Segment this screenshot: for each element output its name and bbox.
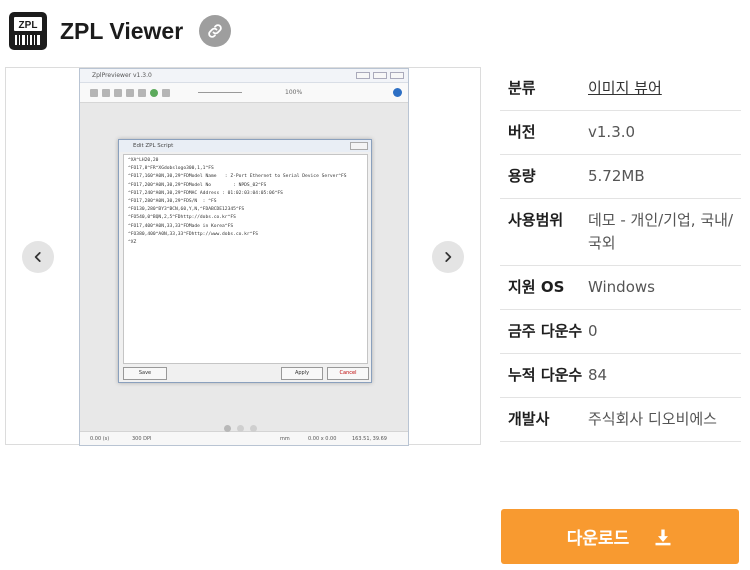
app-screenshot: ZplPreviewer v1.3.0 100% Edit ZPL Script…: [79, 68, 409, 446]
info-icon: [393, 88, 402, 97]
app-title: ZPL Viewer: [60, 17, 184, 44]
dialog-cancel-button: Cancel: [327, 367, 369, 380]
script-line: ^FO17,400^A0N,33,33^FDMade in Korea^FS: [128, 223, 234, 229]
app-header: ZPL ZPL Viewer: [8, 10, 232, 52]
category-link[interactable]: 이미지 뷰어: [588, 77, 741, 100]
info-label: 분류: [508, 79, 536, 97]
zpl-script-text: ^XA^LH20,20 ^FO17,8^FR^XGdobslogo300,1,1^…: [123, 154, 368, 364]
info-row: 용량 5.72MB: [500, 155, 741, 199]
status-size: 0.00 x 0.00: [308, 436, 337, 442]
chevron-left-icon: [34, 252, 41, 262]
app-info-table: 분류 이미지 뷰어버전 v1.3.0 용량 5.72MB 사용범위 데모 - 개인/기업, …: [500, 67, 741, 497]
gallery-prev-button[interactable]: [22, 241, 54, 273]
dialog-save-button: Save: [123, 367, 167, 380]
info-value: 0: [588, 322, 598, 340]
download-icon: [655, 529, 671, 545]
edit-zpl-dialog: Edit ZPL Script ^XA^LH20,20 ^FO17,8^FR^XG…: [118, 139, 372, 383]
dialog-close-icon: [350, 142, 368, 150]
info-value: Windows: [588, 278, 655, 296]
script-line: ^FO17,8^FR^XGdobslogo300,1,1^FS: [128, 166, 214, 172]
info-label: 버전: [508, 123, 536, 141]
copy-link-button[interactable]: [199, 15, 232, 47]
chevron-right-icon: [445, 252, 452, 262]
status-dpi: 300 DPI: [132, 436, 152, 442]
script-line: ^FO17,280^A0N,30,29^FDS/N : ^FS: [128, 199, 217, 205]
script-line: ^XA^LH20,20: [128, 158, 159, 163]
logo-text: ZPL: [19, 20, 38, 31]
info-row: 분류 이미지 뷰어: [500, 67, 741, 111]
script-line: ^FO380,400^A0N,33,33^FDhttp://www.dobs.c…: [128, 231, 258, 237]
info-row: 개발사 주식회사 디오비에스: [500, 398, 741, 442]
window-title-text: ZplPreviewer v1.3.0: [92, 72, 152, 79]
script-line: ^FO17,160^A0N,30,29^FDModel Name : Z-Por…: [128, 174, 347, 180]
gallery-dots: [224, 425, 257, 432]
info-label: 사용범위: [508, 211, 564, 229]
dialog-apply-button: Apply: [281, 367, 323, 380]
zoom-slider: [198, 92, 242, 93]
info-value: 84: [588, 366, 608, 384]
gallery-dot[interactable]: [237, 425, 244, 432]
gallery-dot[interactable]: [224, 425, 231, 432]
info-label: 금주 다운수: [508, 322, 583, 340]
download-button[interactable]: 다운로드: [501, 509, 739, 564]
script-line: ^FO130,280^BY3^BCN,60,Y,N,^FDABCDE12345^…: [128, 207, 245, 213]
info-value: 5.72MB: [588, 167, 645, 185]
info-label: 지원 OS: [508, 278, 565, 296]
screenshot-window-title: ZplPreviewer v1.3.0: [80, 69, 408, 83]
window-controls: [356, 72, 404, 79]
zpl-file-icon: ZPL: [9, 12, 47, 50]
zoom-level: 100%: [285, 89, 303, 96]
screenshot-gallery: ZplPreviewer v1.3.0 100% Edit ZPL Script…: [5, 67, 481, 446]
info-value: 주식회사 디오비에스: [588, 410, 717, 428]
status-time: 0.00 (s): [90, 436, 110, 442]
toolbar-icons: [90, 89, 170, 97]
status-unit: mm: [280, 436, 290, 442]
dialog-title: Edit ZPL Script: [119, 140, 371, 152]
info-row: 누적 다운수 84: [500, 354, 741, 398]
gallery-next-button[interactable]: [432, 241, 464, 273]
info-row: 버전 v1.3.0: [500, 111, 741, 155]
gallery-dot[interactable]: [250, 425, 257, 432]
info-label: 개발사: [508, 410, 550, 428]
info-label: 누적 다운수: [508, 366, 583, 384]
info-row: 지원 OS Windows: [500, 266, 741, 310]
info-row: 금주 다운수 0: [500, 310, 741, 354]
screenshot-statusbar: 0.00 (s) 300 DPI mm 0.00 x 0.00 163.51, …: [80, 431, 408, 445]
info-value: v1.3.0: [588, 123, 636, 141]
info-row: 사용범위 데모 - 개인/기업, 국내/국외: [500, 199, 741, 266]
script-line: ^XZ: [128, 240, 137, 246]
status-coords: 163.51, 39.69: [352, 436, 387, 442]
info-label: 용량: [508, 167, 536, 185]
screenshot-toolbar: 100%: [80, 83, 408, 103]
script-line: ^FO540,0^BQN,2,5^FDhttp://dobs.co.kr^FS: [128, 215, 236, 221]
script-line: ^FO17,240^A0N,30,29^FDMAC Address : 01:0…: [128, 190, 283, 196]
script-line: ^FO17,200^A0N,30,29^FDModel No : NPDS_02…: [128, 182, 267, 188]
info-value: 데모 - 개인/기업, 국내/국외: [588, 211, 733, 252]
download-label: 다운로드: [566, 529, 630, 549]
link-icon: [208, 24, 222, 38]
